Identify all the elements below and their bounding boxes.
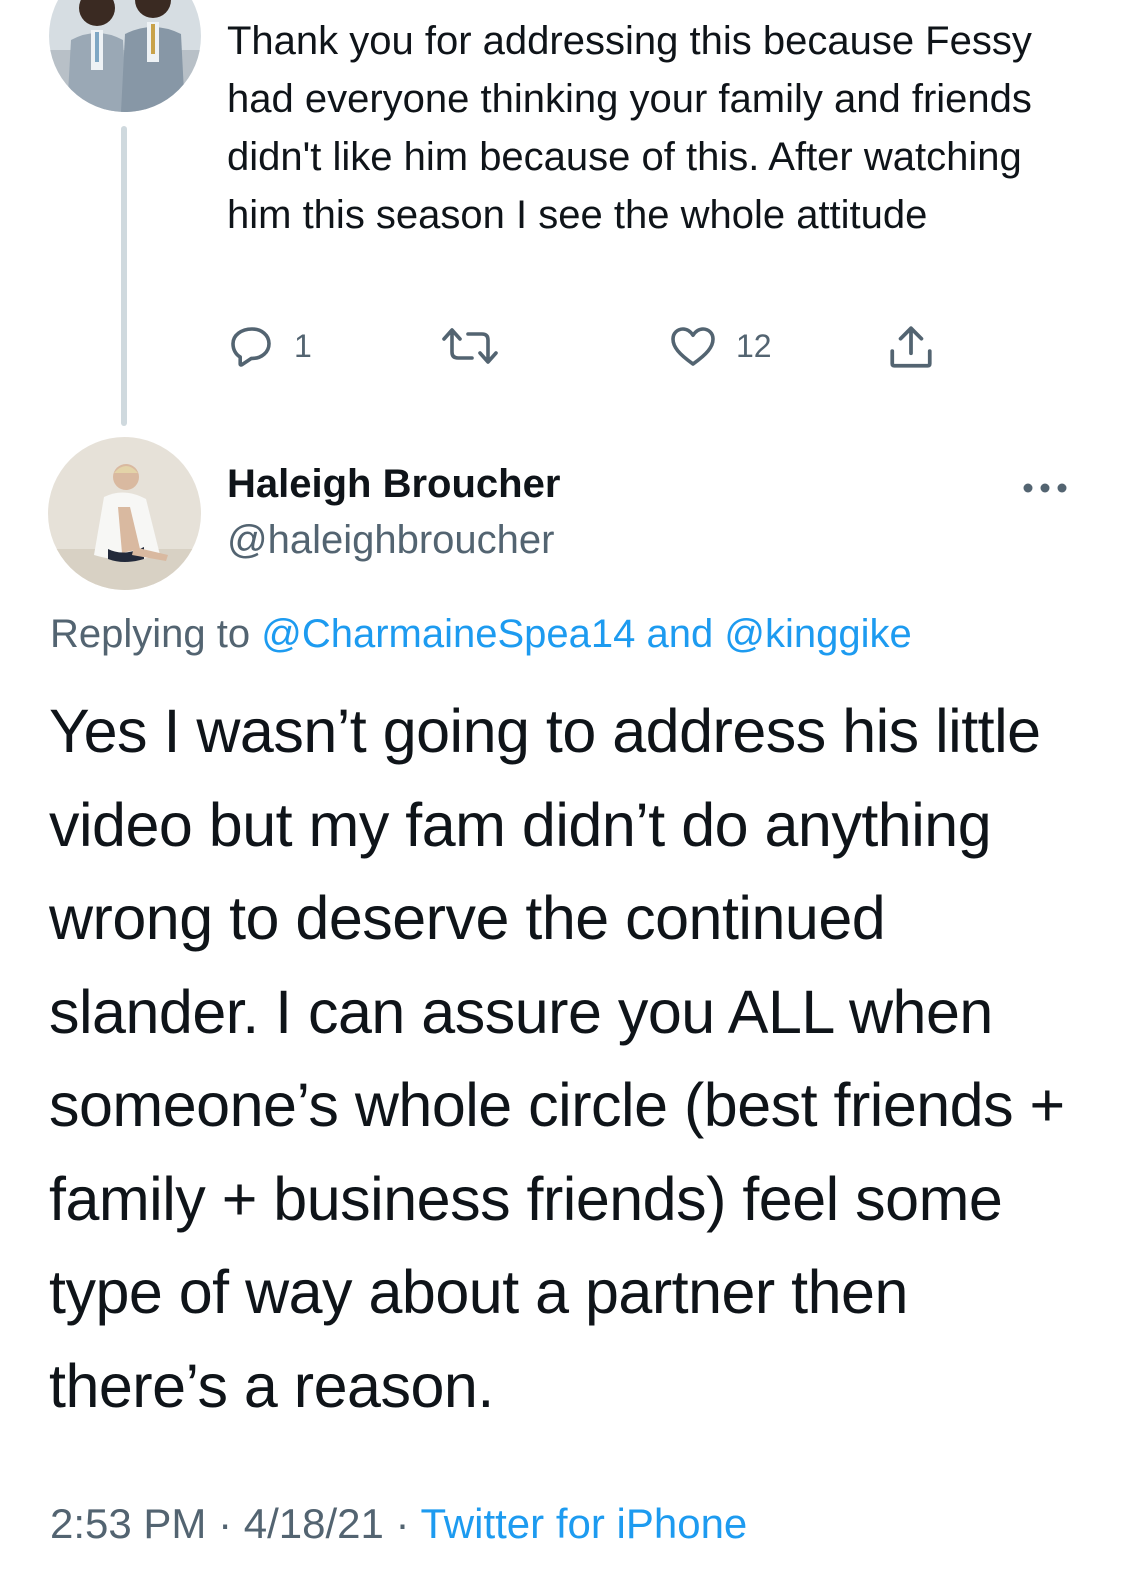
retweet-button[interactable] [440, 322, 518, 370]
replying-to-label: Replying to [50, 612, 262, 656]
reply-icon [231, 327, 271, 367]
meta-separator: · [206, 1500, 244, 1547]
mention-link-1[interactable]: @CharmaineSpea14 [261, 612, 635, 656]
reply-count: 1 [294, 327, 312, 364]
author-avatar-image [48, 437, 201, 590]
tweet-source-link[interactable]: Twitter for iPhone [420, 1500, 747, 1547]
more-icon [1023, 483, 1067, 493]
thread-connector-line [121, 126, 127, 426]
like-button[interactable]: 12 [668, 322, 772, 370]
author-avatar[interactable] [48, 437, 201, 590]
tweet-meta: 2:53 PM · 4/18/21 · Twitter for iPhone [50, 1500, 747, 1548]
replying-and: and [635, 612, 725, 656]
like-count: 12 [736, 327, 772, 364]
reply-button[interactable]: 1 [228, 322, 312, 370]
main-tweet-text: Yes I wasn’t going to address his little… [49, 697, 1065, 1420]
share-button[interactable] [886, 322, 936, 372]
parent-tweet-text: Thank you for addressing this because Fe… [227, 19, 1044, 237]
more-options-button[interactable] [1020, 478, 1070, 498]
parent-tweet-actions: 1 12 [0, 322, 1125, 372]
retweet-icon [442, 328, 498, 364]
parent-avatar-image [49, 0, 201, 112]
mention-link-2[interactable]: @kinggike [724, 612, 911, 656]
heart-icon [671, 327, 715, 366]
tweet-time[interactable]: 2:53 PM [50, 1500, 206, 1547]
share-icon [890, 326, 932, 368]
author-display-name[interactable]: Haleigh Broucher [227, 462, 560, 507]
parent-avatar[interactable] [49, 0, 201, 112]
replying-to-line: Replying to @CharmaineSpea14 and @kinggi… [50, 612, 912, 657]
meta-separator: · [383, 1500, 421, 1547]
author-handle[interactable]: @haleighbroucher [227, 518, 554, 563]
tweet-date[interactable]: 4/18/21 [244, 1500, 384, 1547]
